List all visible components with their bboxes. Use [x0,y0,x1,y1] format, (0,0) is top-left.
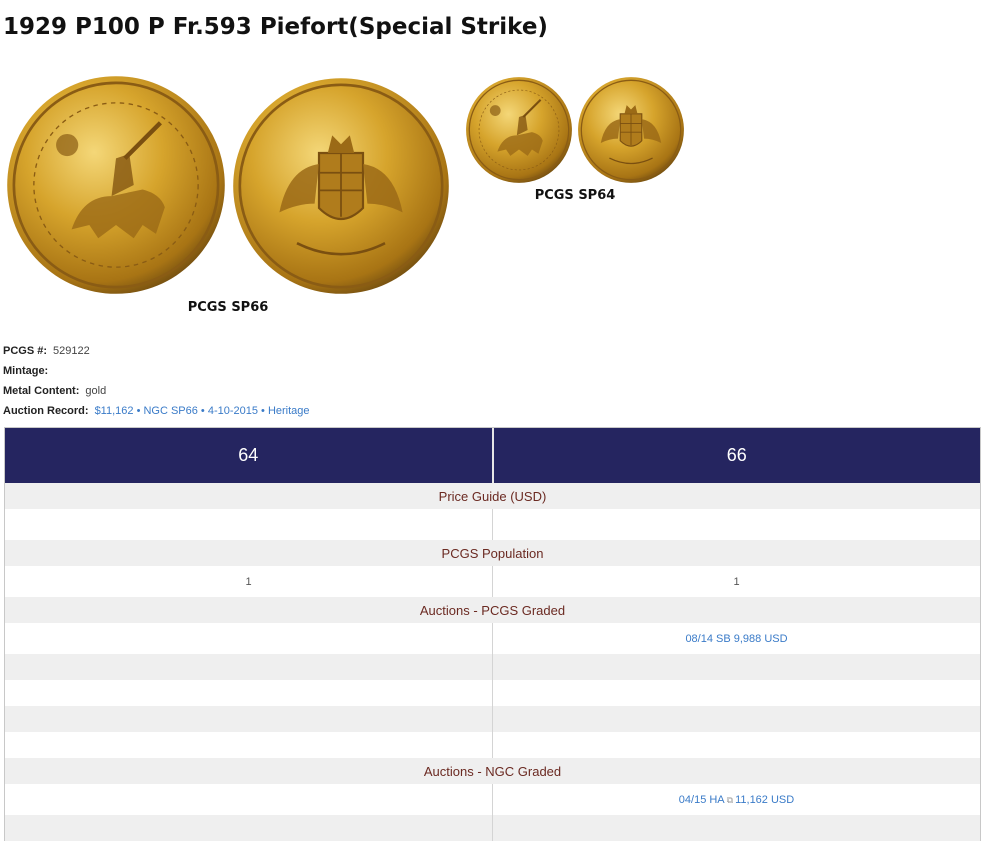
auction-pcgs-cell-66 [492,680,980,706]
auction-ngc-cell-66: 04/15 HA ⧉ 11,162 USD [492,784,980,815]
pcgs-number-value: 529122 [53,345,90,357]
auction-pcgs-cell-66 [492,654,980,680]
auction-pcgs-cell-66 [492,706,980,732]
grade-column-64[interactable]: 64 [5,428,492,483]
grade-table: 64 66 Price Guide (USD) PCGS Population … [4,427,981,841]
auction-pcgs-cell-64 [5,706,492,732]
auction-pcgs-cell-66: 08/14 SB 9,988 USD [492,623,980,654]
auction-pcgs-row [5,732,980,758]
mintage-label: Mintage: [3,365,49,377]
auction-pcgs-row [5,706,980,732]
grade-caption-sp64: PCGS SP64 [534,188,616,203]
grade-caption-sp66: PCGS SP66 [187,300,269,315]
auction-pcgs-cell-66 [492,732,980,758]
auction-pcgs-link[interactable]: 08/14 SB 9,988 USD [685,633,787,645]
auction-pcgs-row: 08/14 SB 9,988 USD [5,623,980,654]
auction-record-link[interactable]: $11,162 • NGC SP66 • 4-10-2015 • Heritag… [95,405,310,417]
auction-pcgs-cell-64 [5,654,492,680]
external-link-icon: ⧉ [726,794,734,805]
auction-ngc-link[interactable]: 04/15 HA ⧉ 11,162 USD [679,794,794,806]
auction-ngc-cell-64 [5,784,492,815]
coin-reverse-shield-icon[interactable] [577,76,685,184]
auction-ngc-row: 04/15 HA ⧉ 11,162 USD [5,784,980,815]
price-guide-row [5,509,980,540]
auction-pcgs-cell-64 [5,680,492,706]
auction-pcgs-row [5,654,980,680]
auction-pcgs-cell-64 [5,623,492,654]
auction-pcgs-row [5,680,980,706]
population-cell-66: 1 [492,566,980,597]
price-cell-66 [492,509,980,540]
coin-image-group-sp66[interactable]: PCGS SP66 [3,74,453,320]
coin-details: PCGS #: 529122 Mintage: Metal Content: gol… [3,341,310,421]
coin-image-group-sp64[interactable]: PCGS SP64 [465,76,687,208]
section-auctions-ngc: Auctions - NGC Graded [5,758,980,784]
population-cell-64: 1 [245,575,252,588]
section-price-guide: Price Guide (USD) [5,483,980,509]
coin-obverse-knight-icon[interactable] [465,76,573,184]
metal-content-value: gold [85,385,107,397]
grade-header-row: 64 66 [5,428,980,483]
auction-record-row: Auction Record: $11,162 • NGC SP66 • 4-10… [3,401,310,421]
section-population: PCGS Population [5,540,980,566]
coin-reverse-shield-icon[interactable] [231,76,451,296]
section-auctions-pcgs: Auctions - PCGS Graded [5,597,980,623]
pcgs-number-label: PCGS #: [3,345,48,357]
auction-record-label: Auction Record: [3,405,89,417]
mintage-row: Mintage: [3,361,310,381]
coin-obverse-knight-icon[interactable] [5,74,227,296]
auction-ngc-link-suffix: 11,162 USD [735,793,795,806]
page-title: 1929 P100 P Fr.593 Piefort(Special Strik… [3,14,548,40]
auction-ngc-link-prefix: 04/15 HA [678,793,725,806]
population-row: 1 1 [5,566,980,597]
pcgs-number-row: PCGS #: 529122 [3,341,310,361]
metal-content-row: Metal Content: gold [3,381,310,401]
price-cell-64 [5,509,492,540]
grade-column-66[interactable]: 66 [491,428,981,483]
auction-pcgs-cell-64 [5,732,492,758]
metal-content-label: Metal Content: [3,385,80,397]
